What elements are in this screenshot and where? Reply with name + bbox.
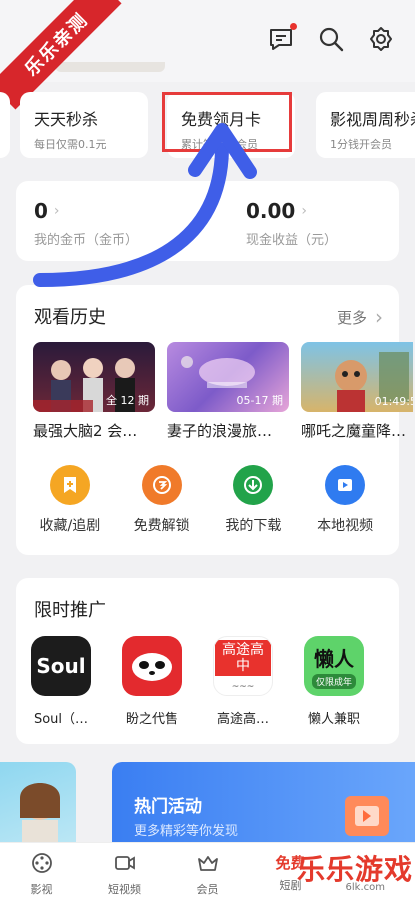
thumbnail: 01:49:5: [301, 342, 413, 412]
gaotu-app-icon: 高途高中 ~~~: [213, 636, 273, 696]
more-label: 更多: [336, 308, 367, 327]
highlight-box: [162, 92, 292, 152]
film-reel-icon: [31, 853, 52, 873]
promo-card-flash-sale[interactable]: 天天秒杀 每日仅需0.1元: [20, 92, 148, 158]
chevron-right-icon: ›: [375, 305, 383, 329]
app-icon-text: 懒人: [314, 647, 354, 671]
app-name: Soul（…: [33, 712, 89, 727]
coin-card: 0 › 我的金币（金币） 0.00 › 现金收益（元）: [16, 181, 399, 261]
quick-actions: 收藏/追剧 免费解锁 我的下载 本地视频: [16, 465, 399, 535]
episode-tag: 全 12 期: [106, 394, 149, 407]
watch-history-card: 观看历史 更多 › 全 12 期 最强大脑2 会… 05-17 期 妻子的浪漫旅…: [16, 285, 413, 555]
action-label: 免费解锁: [133, 518, 190, 534]
promo-card-edge: [0, 92, 10, 158]
history-item-title: 最强大脑2 会…: [33, 422, 138, 440]
recommend-title: 限时推广: [34, 600, 106, 621]
history-item[interactable]: 05-17 期 妻子的浪漫旅…: [167, 342, 289, 441]
soul-app-icon: Soul: [31, 636, 91, 696]
action-label: 收藏/追剧: [39, 518, 101, 534]
tab-movies[interactable]: 影视: [0, 843, 83, 899]
app-list: Soul Soul（… 盼之代售 高途高中 ~~~ 高途高… 懒人 仅限成年 懒…: [30, 636, 365, 727]
app-item[interactable]: 盼之代售: [121, 636, 183, 727]
promo-title: 影视周周秒杀: [330, 110, 415, 129]
search-icon[interactable]: [317, 25, 345, 53]
promo-title: 天天秒杀: [34, 110, 99, 129]
panda-app-icon: [122, 636, 182, 696]
free-unlock-button[interactable]: 免费解锁: [122, 465, 202, 535]
app-name: 高途高…: [216, 712, 269, 727]
tab-label: 影视: [30, 883, 53, 896]
top-icons: [267, 23, 395, 53]
cash-label: 现金收益（元）: [246, 233, 338, 248]
favorites-button[interactable]: 收藏/追剧: [30, 465, 110, 535]
gold-coins[interactable]: 0 › 我的金币（金币）: [34, 199, 138, 248]
gift-icon: [345, 796, 389, 836]
bookmark-icon: [49, 465, 90, 505]
notification-dot: [290, 23, 297, 30]
banner-title: 热门活动: [134, 797, 202, 817]
chevron-right-icon: ›: [301, 203, 307, 219]
app-item[interactable]: Soul Soul（…: [30, 636, 92, 727]
cash-earnings[interactable]: 0.00 › 现金收益（元）: [246, 199, 337, 248]
history-item[interactable]: 01:49:5 哪吒之魔童降…: [301, 342, 413, 441]
history-item[interactable]: 全 12 期 最强大脑2 会…: [33, 342, 155, 441]
local-video-button[interactable]: 本地视频: [305, 465, 385, 535]
gold-value: 0: [34, 199, 48, 223]
crown-icon: [197, 856, 218, 871]
promo-subtitle: 1分钱开会员: [330, 138, 392, 151]
app-item[interactable]: 高途高中 ~~~ 高途高…: [212, 636, 274, 727]
tab-vip[interactable]: 会员: [166, 843, 249, 899]
history-item-title: 妻子的浪漫旅…: [167, 422, 273, 440]
download-icon: [233, 465, 274, 505]
action-label: 本地视频: [317, 518, 374, 534]
promo-card-weekly[interactable]: 影视周周秒杀 1分钱开会员: [316, 92, 415, 158]
action-label: 我的下载: [225, 518, 282, 534]
tab-label: 短视频: [108, 883, 141, 896]
gear-icon[interactable]: [367, 25, 395, 53]
gold-label: 我的金币（金币）: [34, 233, 139, 248]
cash-value: 0.00: [246, 199, 296, 223]
app-item[interactable]: 懒人 仅限成年 懒人兼职: [303, 636, 365, 727]
promo-subtitle: 每日仅需0.1元: [34, 138, 107, 151]
recommend-card: 限时推广 Soul Soul（… 盼之代售 高途高中 ~~~ 高途高… 懒人 仅…: [16, 578, 399, 744]
banner-subtitle: 更多精彩等你发现: [134, 824, 239, 839]
app-name: 盼之代售: [125, 712, 178, 727]
signature-scribble: ~~~: [231, 682, 255, 692]
chevron-right-icon: ›: [53, 203, 60, 219]
app-icon-text: 高途高中: [215, 640, 271, 676]
history-list: 全 12 期 最强大脑2 会… 05-17 期 妻子的浪漫旅… 01:49:5 …: [33, 342, 413, 441]
history-more-link[interactable]: 更多 ›: [337, 305, 383, 329]
tab-short-video[interactable]: 短视频: [83, 843, 166, 899]
tab-label: 会员: [196, 883, 219, 896]
activity-banner-left[interactable]: [0, 762, 76, 852]
video-file-icon: [325, 465, 366, 505]
thumbnail: 全 12 期: [33, 342, 155, 412]
activity-banner[interactable]: 热门活动 更多精彩等你发现: [112, 762, 415, 852]
thumbnail: 05-17 期: [167, 342, 289, 412]
app-name: 懒人兼职: [307, 712, 360, 727]
app-icon-text: Soul: [36, 654, 86, 678]
brand-url: 6lk.com: [345, 882, 385, 893]
history-title: 观看历史: [34, 307, 106, 328]
app-icon-subtext: 仅限成年: [311, 674, 356, 689]
banner-edge: [55, 62, 165, 72]
video-camera-icon: [114, 856, 135, 870]
episode-tag: 05-17 期: [236, 394, 283, 407]
episode-tag: 01:49:5: [374, 395, 413, 408]
message-icon[interactable]: [267, 23, 297, 53]
history-item-title: 哪吒之魔童降…: [301, 422, 407, 440]
downloads-button[interactable]: 我的下载: [213, 465, 293, 535]
lazy-job-app-icon: 懒人 仅限成年: [304, 636, 364, 696]
free-icon: [141, 465, 182, 505]
